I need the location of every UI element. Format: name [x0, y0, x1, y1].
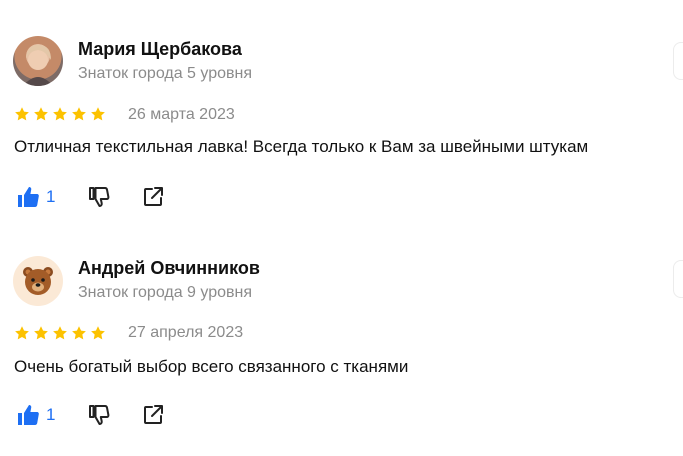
thumb-up-icon — [18, 187, 39, 207]
star-icon — [34, 107, 48, 121]
author-level: Знаток города 5 уровня — [78, 65, 253, 82]
star-icon — [53, 107, 67, 121]
review-actions: 1 — [16, 182, 165, 212]
dislike-button[interactable] — [87, 185, 111, 209]
subscribe-button[interactable] — [673, 260, 683, 298]
review-card: Андрей Овчинников Знаток города 9 уровня… — [0, 220, 683, 440]
author-name[interactable]: Мария Щербакова — [78, 39, 242, 60]
rating-stars — [14, 106, 106, 122]
thumb-up-icon — [18, 405, 39, 425]
like-button[interactable]: 1 — [16, 403, 55, 427]
user-photo-icon — [23, 44, 53, 86]
like-count: 1 — [46, 405, 56, 424]
star-icon — [53, 326, 67, 340]
thumb-down-icon — [89, 187, 110, 207]
star-icon — [15, 326, 29, 340]
like-count: 1 — [46, 187, 56, 206]
star-icon — [15, 107, 29, 121]
avatar[interactable] — [13, 256, 63, 306]
thumb-down-icon — [89, 405, 110, 425]
star-icon — [91, 326, 105, 340]
share-button[interactable] — [141, 185, 165, 209]
review-date: 26 марта 2023 — [128, 106, 235, 123]
like-button[interactable]: 1 — [16, 185, 55, 209]
share-button[interactable] — [141, 403, 165, 427]
star-icon — [72, 107, 86, 121]
author-level: Знаток города 9 уровня — [78, 284, 253, 301]
star-icon — [91, 107, 105, 121]
subscribe-button[interactable] — [673, 42, 683, 80]
review-text: Очень богатый выбор всего связанного с т… — [14, 357, 409, 376]
rating-stars — [14, 325, 106, 341]
review-text: Отличная текстильная лавка! Всегда тольк… — [14, 137, 589, 156]
review-date: 27 апреля 2023 — [128, 324, 244, 341]
review-card: Мария Щербакова Знаток города 5 уровня 2… — [0, 0, 683, 220]
dislike-button[interactable] — [87, 403, 111, 427]
avatar[interactable] — [13, 36, 63, 86]
share-icon — [144, 405, 164, 424]
star-icon — [72, 326, 86, 340]
share-icon — [144, 187, 164, 206]
bear-avatar-icon — [23, 267, 53, 295]
review-actions: 1 — [16, 400, 165, 430]
star-icon — [34, 326, 48, 340]
author-name[interactable]: Андрей Овчинников — [78, 258, 260, 279]
